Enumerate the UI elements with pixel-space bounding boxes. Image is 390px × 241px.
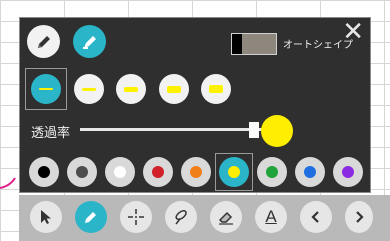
color-dot <box>342 166 354 178</box>
pen-settings-panel: ✕ オートシェイプ 透過率 <box>19 17 371 193</box>
eraser-icon <box>218 211 233 225</box>
color-dot <box>114 166 126 178</box>
text-icon: A <box>265 207 277 226</box>
crosshair-button[interactable] <box>120 201 152 233</box>
toggle-knob <box>232 34 242 54</box>
autoshape-label: オートシェイプ <box>283 40 353 51</box>
color-swatch-orange[interactable] <box>181 157 211 187</box>
color-swatch-green[interactable] <box>257 157 287 187</box>
lasso-button[interactable] <box>165 201 197 233</box>
color-dot <box>190 166 202 178</box>
highlighter-icon <box>82 35 96 49</box>
color-swatch-yellow[interactable] <box>219 157 249 187</box>
next-button[interactable] <box>345 201 373 233</box>
color-dot <box>304 166 316 178</box>
color-swatch-black[interactable] <box>29 157 59 187</box>
color-dot <box>76 166 88 178</box>
width-button-5[interactable] <box>201 74 231 104</box>
autoshape-toggle[interactable] <box>231 33 277 55</box>
pen-mode-button[interactable] <box>75 201 107 233</box>
select-tool-button[interactable] <box>30 201 62 233</box>
color-swatch-blue[interactable] <box>295 157 325 187</box>
color-dot <box>38 166 50 178</box>
highlighter-tool-button[interactable] <box>73 25 106 58</box>
chevron-right-icon <box>356 211 364 223</box>
color-dot <box>266 166 278 178</box>
crosshair-icon <box>128 209 144 225</box>
pen-icon <box>37 35 50 48</box>
width-button-2[interactable] <box>74 74 104 104</box>
color-swatch-purple[interactable] <box>333 157 363 187</box>
eraser-button[interactable] <box>210 201 242 233</box>
color-swatch-dark-gray[interactable] <box>67 157 97 187</box>
pen-icon <box>85 212 96 223</box>
color-dot <box>152 166 164 178</box>
pen-tool-button[interactable] <box>27 25 60 58</box>
text-button[interactable]: A <box>255 201 287 233</box>
color-swatch-white[interactable] <box>105 157 135 187</box>
width-button-1[interactable] <box>31 74 61 104</box>
color-dot <box>228 166 240 178</box>
previous-button[interactable] <box>300 201 332 233</box>
bottom-toolbar: A <box>19 195 390 241</box>
opacity-slider-handle[interactable] <box>249 122 259 138</box>
width-button-4[interactable] <box>159 74 189 104</box>
lasso-icon <box>175 210 187 225</box>
cursor-icon <box>41 210 51 224</box>
opacity-label: 透過率 <box>31 126 71 141</box>
color-preview <box>261 115 293 147</box>
width-button-3[interactable] <box>116 74 146 104</box>
opacity-slider[interactable] <box>80 128 262 131</box>
chevron-left-icon <box>311 211 319 223</box>
color-swatch-red[interactable] <box>143 157 173 187</box>
